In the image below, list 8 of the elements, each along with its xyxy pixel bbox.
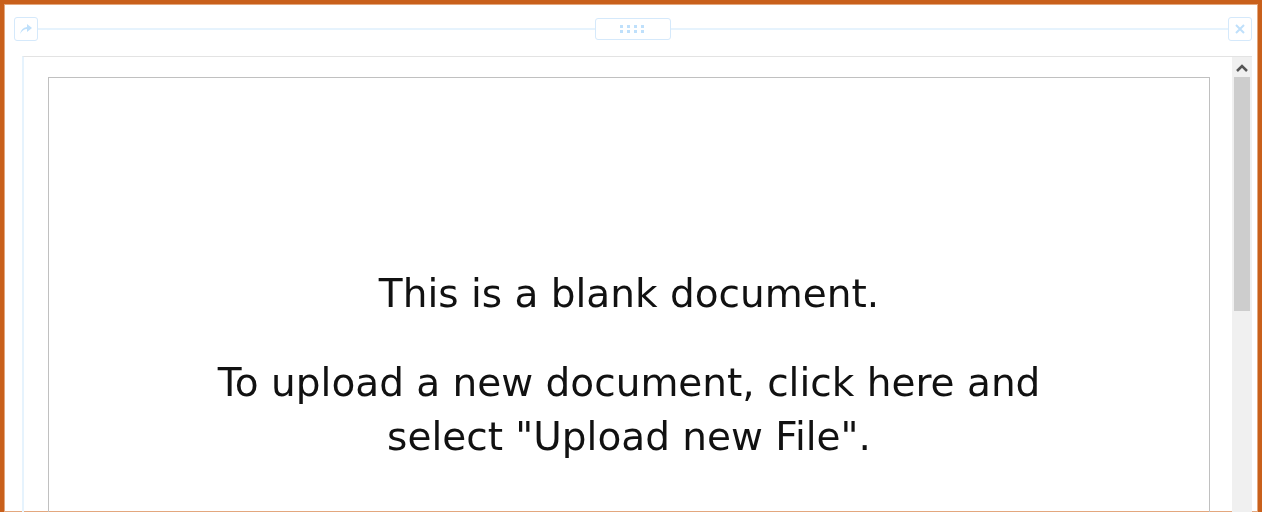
scroll-up-icon[interactable] <box>1235 63 1249 73</box>
document-heading: This is a blank document. <box>378 271 880 316</box>
scrollbar[interactable] <box>1232 57 1252 512</box>
drag-handle[interactable] <box>595 18 671 40</box>
upload-instructions[interactable]: To upload a new document, click here and select "Upload new File". <box>179 356 1079 464</box>
close-icon[interactable] <box>1228 17 1252 41</box>
scrollbar-thumb[interactable] <box>1234 77 1250 311</box>
document-page[interactable]: This is a blank document. To upload a new document, click here and select "Upload new File". <box>48 77 1210 512</box>
